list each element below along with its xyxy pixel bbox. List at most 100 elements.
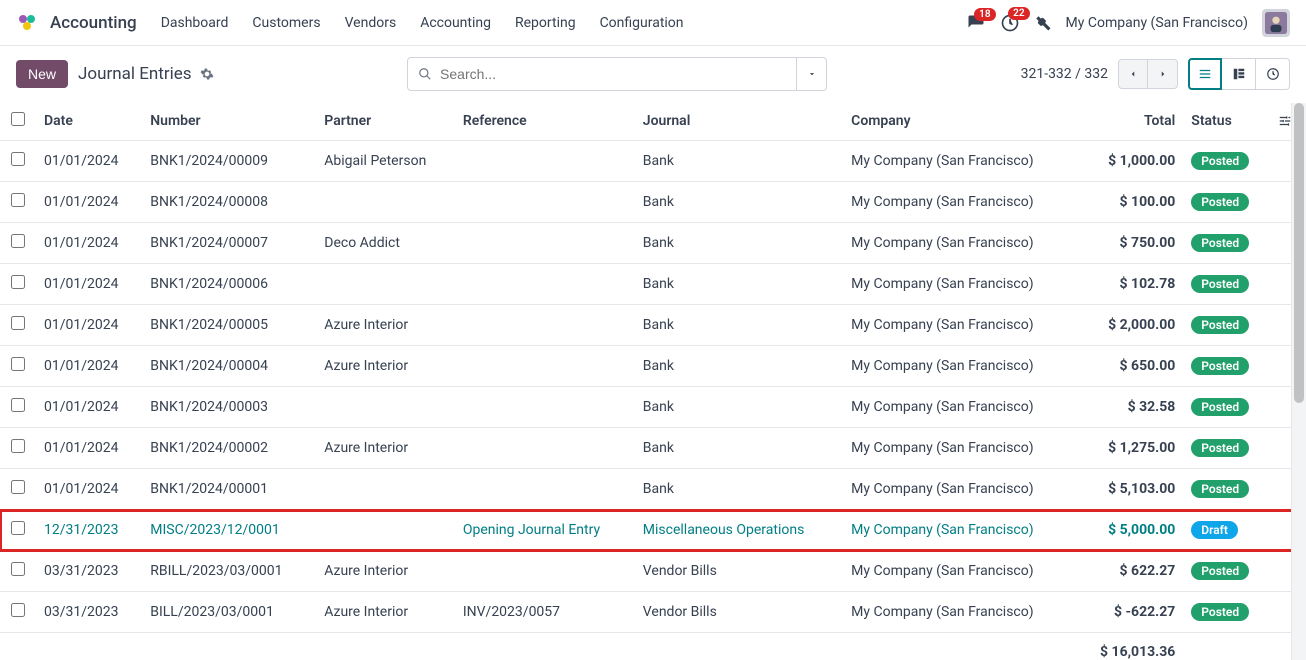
view-kanban-button[interactable] <box>1222 58 1256 90</box>
col-number[interactable]: Number <box>142 102 316 141</box>
scrollbar[interactable] <box>1291 103 1306 660</box>
pager-next-button[interactable] <box>1148 59 1178 89</box>
col-date[interactable]: Date <box>36 102 142 141</box>
col-partner[interactable]: Partner <box>316 102 455 141</box>
table-row[interactable]: 01/01/2024BNK1/2024/00002Azure InteriorB… <box>0 428 1306 469</box>
cell-partner <box>316 182 455 223</box>
journal-entries-table: Date Number Partner Reference Journal Co… <box>0 102 1306 660</box>
table-row[interactable]: 01/01/2024BNK1/2024/00007Deco AddictBank… <box>0 223 1306 264</box>
company-switcher[interactable]: My Company (San Francisco) <box>1066 15 1248 31</box>
pager-text[interactable]: 321-332 / 332 <box>1021 66 1108 82</box>
pager-prev-button[interactable] <box>1118 59 1148 89</box>
table-row[interactable]: 01/01/2024BNK1/2024/00008BankMy Company … <box>0 182 1306 223</box>
app-logo-icon[interactable] <box>16 11 40 35</box>
table-row[interactable]: 01/01/2024BNK1/2024/00006 BankMy Company … <box>0 264 1306 305</box>
app-name[interactable]: Accounting <box>50 13 137 33</box>
table-row[interactable]: 12/31/2023MISC/2023/12/0001Opening Journ… <box>0 510 1306 551</box>
row-checkbox[interactable] <box>0 510 36 551</box>
cell-company: My Company (San Francisco) <box>843 387 1076 428</box>
cell-number: BNK1/2024/00003 <box>142 387 316 428</box>
row-checkbox[interactable] <box>0 551 36 592</box>
col-status[interactable]: Status <box>1183 102 1270 141</box>
table-row[interactable]: 01/01/2024BNK1/2024/00001BankMy Company … <box>0 469 1306 510</box>
cell-total: $ 100.00 <box>1076 182 1183 223</box>
cell-reference <box>455 305 635 346</box>
menu-customers[interactable]: Customers <box>252 15 320 31</box>
cell-reference <box>455 469 635 510</box>
control-bar: New Journal Entries 321-332 / 332 <box>0 46 1306 102</box>
cell-date: 01/01/2024 <box>36 264 142 305</box>
cell-status: Posted <box>1183 551 1270 592</box>
row-checkbox[interactable] <box>0 141 36 182</box>
menu-accounting[interactable]: Accounting <box>420 15 491 31</box>
row-checkbox[interactable] <box>0 592 36 633</box>
messages-icon[interactable]: 18 <box>966 14 986 32</box>
row-checkbox[interactable] <box>0 346 36 387</box>
cell-reference <box>455 264 635 305</box>
select-all-checkbox[interactable] <box>0 102 36 141</box>
row-checkbox[interactable] <box>0 305 36 346</box>
footer-total: $ 16,013.36 <box>1076 633 1183 660</box>
cell-partner: Azure Interior <box>316 305 455 346</box>
col-company[interactable]: Company <box>843 102 1076 141</box>
table-row[interactable]: 01/01/2024BNK1/2024/00003BankMy Company … <box>0 387 1306 428</box>
col-journal[interactable]: Journal <box>635 102 843 141</box>
table-row[interactable]: 01/01/2024BNK1/2024/00009Abigail Peterso… <box>0 141 1306 182</box>
menu-reporting[interactable]: Reporting <box>515 15 576 31</box>
cell-total: $ 102.78 <box>1076 264 1183 305</box>
view-list-button[interactable] <box>1188 58 1222 90</box>
avatar[interactable] <box>1262 9 1290 37</box>
cell-journal: Bank <box>635 264 843 305</box>
cell-total: $ 5,000.00 <box>1076 510 1183 551</box>
cell-total: $ 32.58 <box>1076 387 1183 428</box>
tools-icon[interactable] <box>1034 14 1052 32</box>
cell-date: 01/01/2024 <box>36 428 142 469</box>
main-menu: Dashboard Customers Vendors Accounting R… <box>161 15 684 31</box>
cell-company: My Company (San Francisco) <box>843 428 1076 469</box>
table-row[interactable]: 03/31/2023RBILL/2023/03/0001Azure Interi… <box>0 551 1306 592</box>
menu-dashboard[interactable]: Dashboard <box>161 15 229 31</box>
cell-reference <box>455 387 635 428</box>
cell-reference <box>455 346 635 387</box>
menu-configuration[interactable]: Configuration <box>600 15 684 31</box>
cell-date: 01/01/2024 <box>36 346 142 387</box>
cell-status: Posted <box>1183 141 1270 182</box>
row-checkbox[interactable] <box>0 387 36 428</box>
search-options-toggle[interactable] <box>797 57 827 91</box>
row-checkbox[interactable] <box>0 223 36 264</box>
cell-journal: Vendor Bills <box>635 551 843 592</box>
cell-company: My Company (San Francisco) <box>843 182 1076 223</box>
table-row[interactable]: 01/01/2024BNK1/2024/00004Azure InteriorB… <box>0 346 1306 387</box>
cell-company: My Company (San Francisco) <box>843 141 1076 182</box>
new-button[interactable]: New <box>16 60 68 88</box>
table-row[interactable]: 03/31/2023BILL/2023/03/0001Azure Interio… <box>0 592 1306 633</box>
col-total[interactable]: Total <box>1076 102 1183 141</box>
row-checkbox[interactable] <box>0 264 36 305</box>
cell-status: Posted <box>1183 264 1270 305</box>
cell-company: My Company (San Francisco) <box>843 592 1076 633</box>
gear-icon[interactable] <box>200 67 214 81</box>
view-activity-button[interactable] <box>1256 58 1290 90</box>
cell-partner <box>316 387 455 428</box>
cell-partner: Azure Interior <box>316 428 455 469</box>
cell-reference <box>455 141 635 182</box>
cell-company: My Company (San Francisco) <box>843 264 1076 305</box>
cell-number: BNK1/2024/00001 <box>142 469 316 510</box>
row-checkbox[interactable] <box>0 182 36 223</box>
scrollbar-thumb[interactable] <box>1294 103 1304 403</box>
search-field[interactable] <box>440 66 786 82</box>
activities-icon[interactable]: 22 <box>1000 13 1020 33</box>
row-checkbox[interactable] <box>0 428 36 469</box>
menu-vendors[interactable]: Vendors <box>345 15 397 31</box>
cell-number: RBILL/2023/03/0001 <box>142 551 316 592</box>
cell-date: 01/01/2024 <box>36 182 142 223</box>
cell-date: 03/31/2023 <box>36 551 142 592</box>
search-input[interactable] <box>407 57 797 91</box>
row-checkbox[interactable] <box>0 469 36 510</box>
cell-number: BNK1/2024/00006 <box>142 264 316 305</box>
cell-partner <box>316 469 455 510</box>
col-reference[interactable]: Reference <box>455 102 635 141</box>
cell-number: BNK1/2024/00009 <box>142 141 316 182</box>
cell-number: BNK1/2024/00008 <box>142 182 316 223</box>
table-row[interactable]: 01/01/2024BNK1/2024/00005Azure InteriorB… <box>0 305 1306 346</box>
